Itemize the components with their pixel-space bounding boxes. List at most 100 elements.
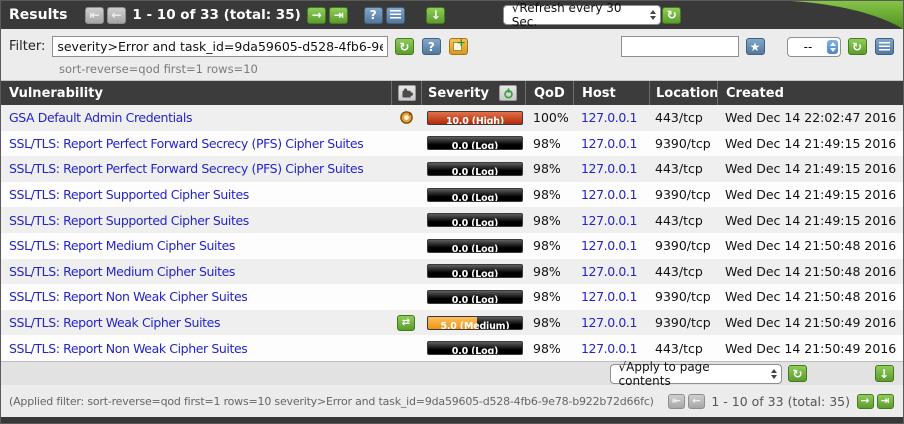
filter-label: Filter: [9,39,45,54]
host-link[interactable]: 127.0.0.1 [581,136,637,151]
host-link[interactable]: 127.0.0.1 [581,187,637,202]
created-value: Wed Dec 14 21:49:15 2016 [717,207,903,233]
new-filter-icon[interactable]: + [449,38,468,55]
vulnerability-link[interactable]: SSL/TLS: Report Non Weak Cipher Suites [9,341,247,356]
mitigate-icon: ⇄ [397,315,415,331]
first-page-icon[interactable]: ⇤ [85,7,104,24]
apply-select-value: √Apply to page contents [619,360,764,388]
list-view-icon[interactable] [386,7,405,24]
column-header-qod[interactable]: QoD [525,81,573,105]
column-header-host[interactable]: Host [573,81,649,105]
bookmark-star-icon[interactable]: ★ [746,38,765,55]
location-value: 443/tcp [649,207,717,233]
filter-help-icon[interactable]: ? [422,38,441,55]
severity-bar: 0.0 (Log) [427,290,523,304]
qod-value: 100% [525,105,573,131]
severity-bar: 0.0 (Log) [427,264,523,278]
filter-input[interactable] [52,36,388,57]
next-page-icon[interactable]: → [307,7,326,24]
bottom-pagination: ⇤ ← 1 - 10 of 33 (total: 35) → ⇥ [666,394,895,409]
vulnerability-link[interactable]: SSL/TLS: Report Supported Cipher Suites [9,213,249,228]
host-link[interactable]: 127.0.0.1 [581,264,637,279]
vulnerability-link[interactable]: SSL/TLS: Report Perfect Forward Secrecy … [9,161,363,176]
filter-list-icon[interactable] [875,38,894,55]
select-arrows-icon [650,10,656,20]
bottom-bar [1,417,903,424]
sort-power-icon[interactable] [499,85,517,101]
host-link[interactable]: 127.0.0.1 [581,161,637,176]
severity-bar: 0.0 (Log) [427,136,523,150]
location-value: 9390/tcp [649,182,717,208]
refresh-icon[interactable]: ↻ [662,7,681,24]
qod-value: 98% [525,207,573,233]
vulnerability-link[interactable]: SSL/TLS: Report Medium Cipher Suites [9,264,235,279]
location-value: 9390/tcp [649,284,717,310]
download-icon[interactable]: ↓ [426,7,445,24]
location-value: 9390/tcp [649,233,717,259]
vulnerability-link[interactable]: GSA Default Admin Credentials [9,110,192,125]
list-lines-icon [879,42,890,52]
host-link[interactable]: 127.0.0.1 [581,213,637,228]
severity-bar: 5.0 (Medium) [427,316,523,330]
host-link[interactable]: 127.0.0.1 [581,289,637,304]
vulnerability-link[interactable]: SSL/TLS: Report Supported Cipher Suites [9,187,249,202]
vulnerability-link[interactable]: SSL/TLS: Report Weak Cipher Suites [9,315,220,330]
download-icon[interactable]: ↓ [875,365,894,382]
first-page-icon[interactable]: ⇤ [668,394,685,409]
table-row: SSL/TLS: Report Non Weak Cipher Suites 0… [1,284,903,310]
actions-row: √Apply to page contents ↻ ↓ [1,361,903,385]
next-page-icon[interactable]: → [857,394,874,409]
quick-filter-input[interactable] [621,36,739,57]
host-link[interactable]: 127.0.0.1 [581,341,637,356]
help-icon[interactable]: ? [364,7,383,24]
status-bar: (Applied filter: sort-reverse=qod first=… [1,385,903,417]
qod-value: 98% [525,284,573,310]
qod-value: 98% [525,182,573,208]
severity-bar: 0.0 (Log) [427,341,523,355]
filter-refresh-icon[interactable]: ↻ [395,38,414,55]
severity-label: 0.0 (Log) [452,141,498,150]
table-row: SSL/TLS: Report Non Weak Cipher Suites 0… [1,335,903,361]
filter-extra-terms: sort-reverse=qod first=1 rows=10 [59,62,895,76]
prev-page-icon[interactable]: ← [688,394,705,409]
column-header-severity[interactable]: Severity [421,81,525,105]
host-link[interactable]: 127.0.0.1 [581,110,637,125]
created-value: Wed Dec 14 21:49:15 2016 [717,131,903,157]
host-link[interactable]: 127.0.0.1 [581,315,637,330]
vulnerability-link[interactable]: SSL/TLS: Report Perfect Forward Secrecy … [9,136,363,151]
created-value: Wed Dec 14 21:49:15 2016 [717,156,903,182]
refresh-interval-select[interactable]: √Refresh every 30 Sec. [503,5,661,25]
apply-select[interactable]: √Apply to page contents [610,364,782,384]
location-value: 443/tcp [649,156,717,182]
last-page-icon[interactable]: ⇥ [329,7,348,24]
apply-refresh-icon[interactable]: ↻ [788,365,807,382]
vulnerability-link[interactable]: SSL/TLS: Report Non Weak Cipher Suites [9,289,247,304]
table-row: SSL/TLS: Report Perfect Forward Secrecy … [1,131,903,157]
column-header-vulnerability[interactable]: Vulnerability [1,81,391,105]
results-window: Results ⇤ ← 1 - 10 of 33 (total: 35) → ⇥… [0,0,904,424]
table-row: SSL/TLS: Report Weak Cipher Suites ⇄ 5.0… [1,310,903,336]
qod-value: 98% [525,335,573,361]
severity-bar: 0.0 (Log) [427,213,523,227]
saved-filter-refresh-icon[interactable]: ↻ [848,38,867,55]
prev-page-icon[interactable]: ← [107,7,126,24]
corner-decoration [783,1,903,29]
pagination-range: 1 - 10 of 33 (total: 35) [132,7,300,23]
severity-bar: 0.0 (Log) [427,188,523,202]
table-row: SSL/TLS: Report Perfect Forward Secrecy … [1,156,903,182]
last-page-icon[interactable]: ⇥ [877,394,894,409]
created-value: Wed Dec 14 21:49:15 2016 [717,182,903,208]
saved-filter-select[interactable]: -- [787,37,841,57]
column-header-solution-type [391,81,421,105]
qod-value: 98% [525,131,573,157]
table-body: GSA Default Admin Credentials 10.0 (High… [1,105,903,361]
severity-bar: 0.0 (Log) [427,162,523,176]
created-value: Wed Dec 14 21:50:48 2016 [717,259,903,285]
vulnerability-link[interactable]: SSL/TLS: Report Medium Cipher Suites [9,238,235,253]
column-header-created[interactable]: Created [717,81,903,105]
column-header-location[interactable]: Location [649,81,717,105]
host-link[interactable]: 127.0.0.1 [581,238,637,253]
table-header: Vulnerability Severity QoD Host Location… [1,81,903,105]
qod-value: 98% [525,233,573,259]
title-bar: Results ⇤ ← 1 - 10 of 33 (total: 35) → ⇥… [1,1,903,29]
